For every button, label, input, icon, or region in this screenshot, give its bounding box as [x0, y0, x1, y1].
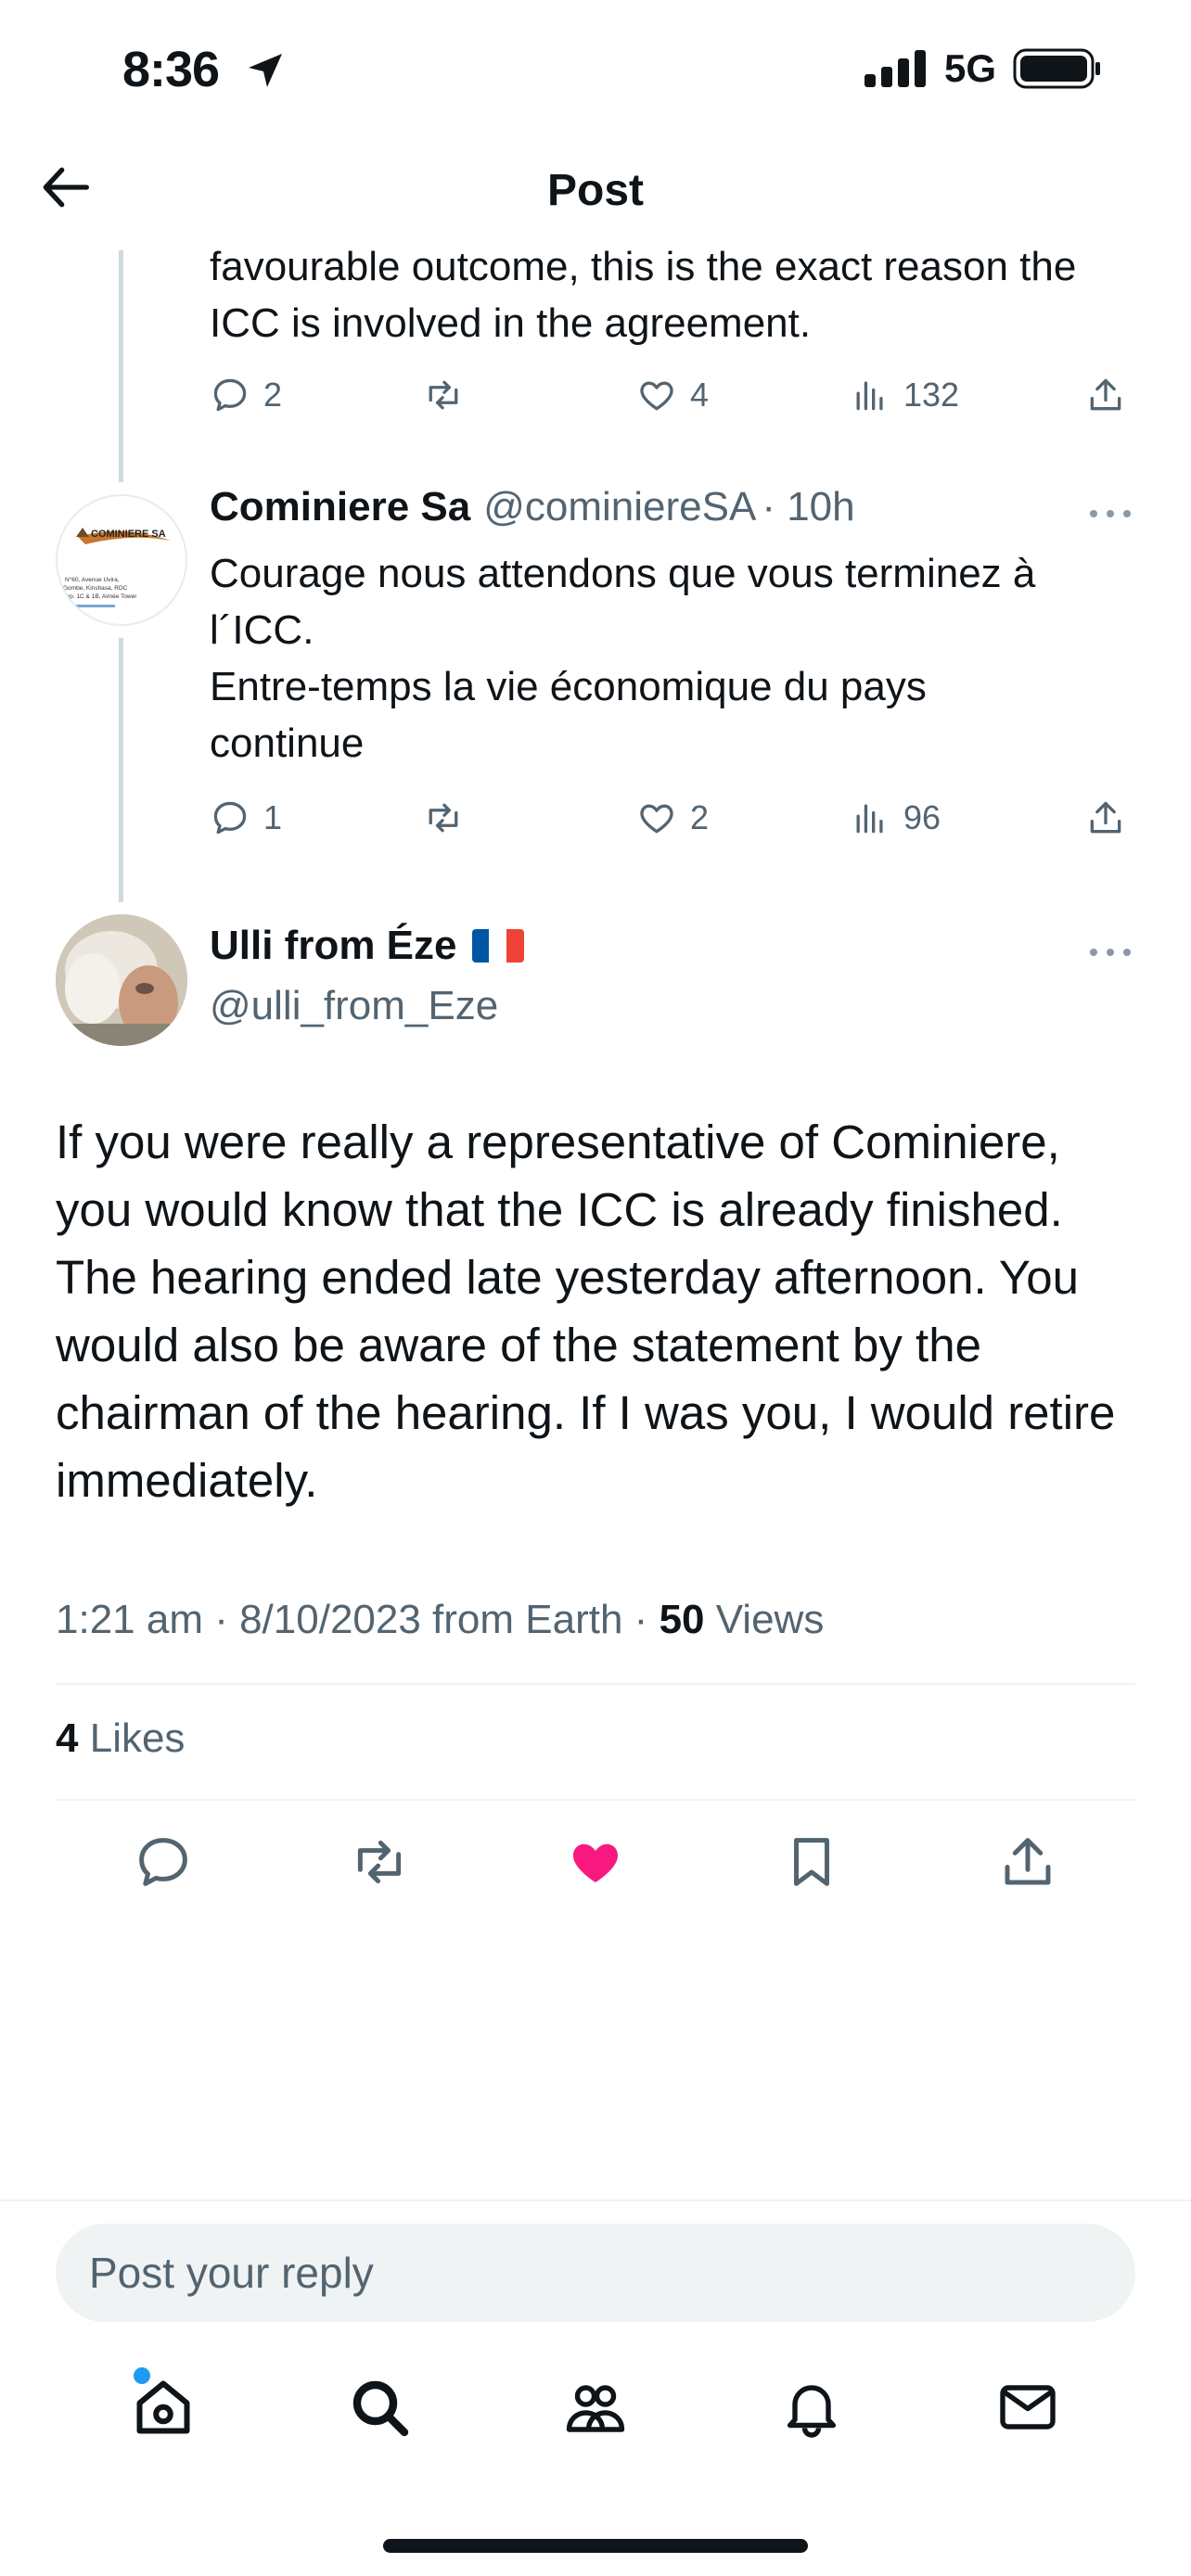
thread-tweet-1-actions: 2 4 132: [210, 375, 1137, 415]
svg-text:Gombe, Kinshasa, RDC: Gombe, Kinshasa, RDC: [63, 585, 128, 592]
likes-label: Likes: [89, 1715, 186, 1761]
reply-icon[interactable]: [133, 1831, 194, 1893]
views-label: Views: [715, 1597, 825, 1642]
heart-icon: [640, 804, 673, 834]
location-arrow-icon: [249, 54, 282, 87]
likes-summary[interactable]: 4 Likes: [56, 1715, 185, 1762]
reply-input[interactable]: Post your reply: [56, 2224, 1135, 2322]
communities-icon[interactable]: [562, 2374, 629, 2441]
main-post-text: If you were really a representative of C…: [56, 1116, 1116, 1507]
home-icon[interactable]: [130, 2374, 197, 2441]
thread-tweet-2-text: Courage nous attendons que vous terminez…: [210, 545, 1146, 772]
status-indicators: 5G: [864, 46, 1102, 91]
display-name[interactable]: Cominiere Sa: [210, 484, 470, 530]
flag-icon: [471, 929, 524, 963]
views-count: 50: [659, 1597, 705, 1642]
divider: [56, 1799, 1135, 1801]
display-name[interactable]: Ulli from Éze: [210, 923, 457, 969]
bell-icon[interactable]: [778, 2374, 845, 2441]
heart-filled-icon[interactable]: [565, 1831, 626, 1893]
reply-icon: [213, 801, 247, 835]
reply-button[interactable]: 2: [210, 375, 423, 415]
post-timestamp[interactable]: 1:21 am · 8/10/2023 from Earth ·: [56, 1597, 647, 1642]
mail-icon[interactable]: [994, 2374, 1061, 2441]
signal-icon: [864, 50, 926, 87]
like-count: 4: [690, 376, 710, 414]
more-options-icon[interactable]: [1087, 504, 1133, 523]
reply-icon: [213, 378, 247, 412]
handle[interactable]: @ulli_from_Eze: [210, 983, 498, 1029]
retweet-icon[interactable]: [349, 1831, 410, 1893]
reply-button[interactable]: 1: [210, 797, 423, 838]
heart-icon: [640, 381, 673, 411]
likes-count: 4: [56, 1715, 79, 1761]
reply-count: 1: [263, 798, 283, 836]
avatar-ulli[interactable]: [56, 914, 187, 1046]
reply-bar-divider: [0, 2200, 1191, 2201]
cominiere-logo: COMINIERE SA N°60, Avenue Uvira, Gombe, …: [63, 528, 171, 607]
page-title: Post: [546, 166, 644, 215]
divider: [56, 1683, 1135, 1685]
text-line: Entre-temps la vie économique du pays: [210, 664, 927, 709]
post-time: · 10h: [762, 484, 855, 529]
views-count: 132: [903, 376, 960, 414]
thread-tweet-1-text: favourable outcome, this is the exact re…: [210, 244, 1077, 346]
status-time: 8:36: [122, 42, 220, 97]
like-button[interactable]: 4: [636, 375, 850, 415]
post-meta: 1:21 am · 8/10/2023 from Earth · 50 View…: [56, 1597, 824, 1643]
main-post-header: Ulli from Éze: [210, 923, 524, 969]
more-options-icon[interactable]: [1087, 943, 1133, 962]
svg-text:COMINIERE SA: COMINIERE SA: [91, 529, 166, 540]
share-icon: [1090, 801, 1121, 834]
profile-photo: [56, 914, 187, 1046]
avatar-cominiere[interactable]: COMINIERE SA N°60, Avenue Uvira, Gombe, …: [56, 494, 187, 626]
retweet-button[interactable]: [423, 375, 636, 415]
bookmark-icon[interactable]: [781, 1831, 842, 1893]
back-arrow-icon[interactable]: [37, 158, 96, 217]
views-button[interactable]: 132: [850, 375, 1072, 415]
text-line: Courage nous attendons que vous terminez…: [210, 551, 1036, 596]
thread-tweet-2-header: Cominiere Sa @cominiereSA · 10h: [210, 484, 855, 530]
share-button[interactable]: [1085, 797, 1126, 838]
like-count: 2: [690, 798, 710, 836]
views-icon: [856, 381, 883, 411]
views-button[interactable]: 96: [850, 797, 1072, 838]
handle[interactable]: @cominiereSA: [483, 484, 756, 530]
thread-line-top: [119, 250, 123, 482]
network-type: 5G: [943, 46, 996, 90]
search-icon[interactable]: [346, 2374, 413, 2441]
thread-tweet-2-actions: 1 2 96: [210, 797, 1137, 838]
retweet-icon: [429, 803, 458, 833]
views-icon: [856, 804, 883, 834]
thread-line-middle: [119, 638, 123, 902]
share-icon: [1090, 378, 1121, 411]
views-count: 96: [903, 798, 941, 836]
like-button[interactable]: 2: [636, 797, 850, 838]
home-indicator: [383, 2539, 808, 2553]
share-button[interactable]: [1085, 375, 1126, 415]
share-icon[interactable]: [997, 1831, 1058, 1893]
svg-text:N°60, Avenue Uvira,: N°60, Avenue Uvira,: [65, 576, 120, 583]
text-line: l´ICC.: [210, 607, 314, 653]
retweet-icon: [429, 380, 458, 410]
svg-text:Imp. 1C & 1B, Aimée Tower: Imp. 1C & 1B, Aimée Tower: [63, 593, 137, 600]
reply-count: 2: [263, 376, 283, 414]
text-line: continue: [210, 721, 365, 766]
retweet-button[interactable]: [423, 797, 636, 838]
battery-icon: [1013, 48, 1100, 89]
main-post-actions: [56, 1831, 1135, 1893]
bottom-tab-bar: [0, 2374, 1191, 2441]
